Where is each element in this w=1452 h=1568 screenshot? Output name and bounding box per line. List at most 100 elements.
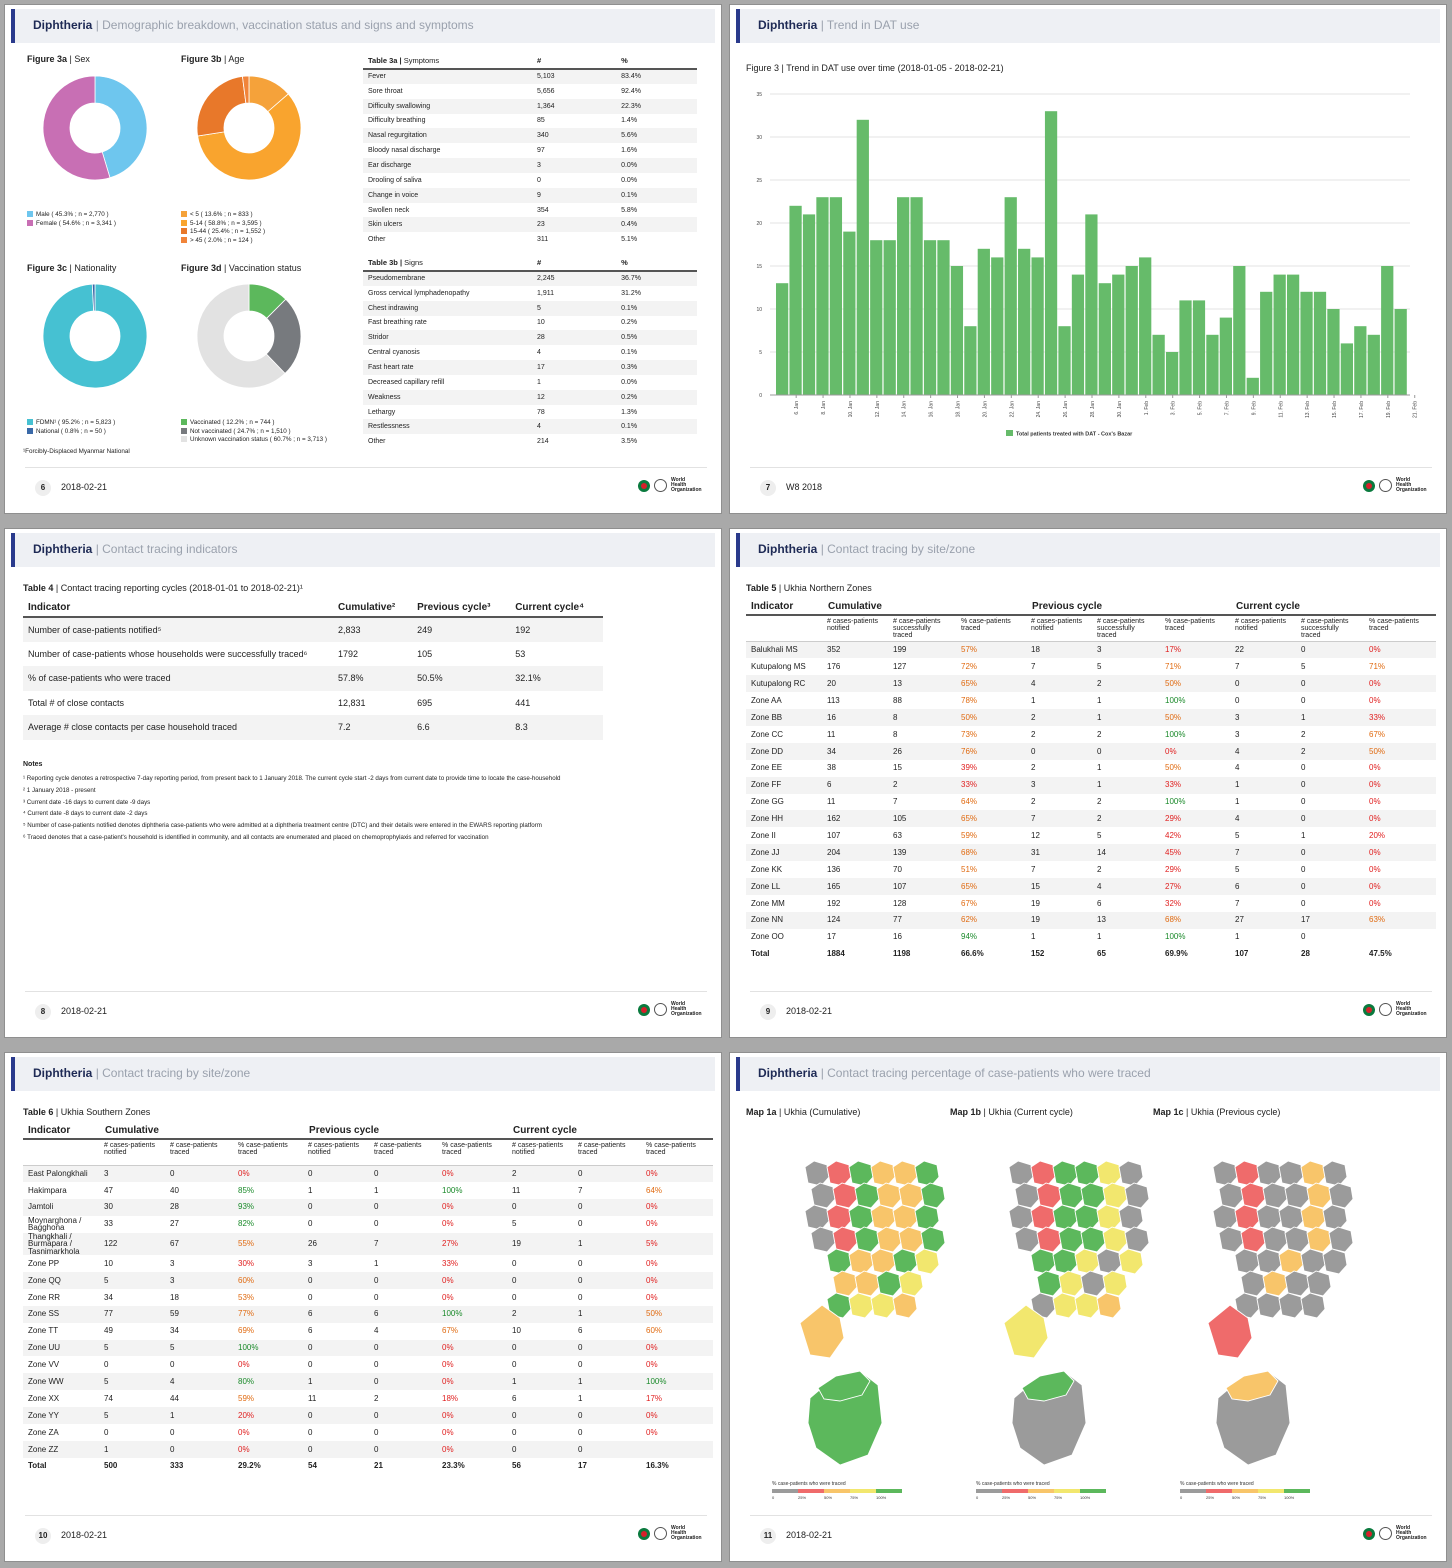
count-cell: 1	[1092, 776, 1161, 794]
map-region	[1322, 1248, 1348, 1275]
y-tick-label: 10	[756, 307, 762, 313]
count-cell: 18	[170, 1292, 179, 1302]
count-cell: 0	[308, 1427, 313, 1437]
sub-header: # cases-patients notified	[1230, 615, 1297, 642]
count-cell: 113	[827, 695, 840, 705]
footer-logos: World Health Organization	[1363, 478, 1427, 493]
percent-cell: 60%	[646, 1326, 663, 1336]
group-header: Cumulative	[99, 1123, 304, 1140]
table-row: Hakimpara 47 40 85% 1 1 100% 11 7 64%	[23, 1182, 713, 1199]
count-cell: 67	[165, 1232, 233, 1256]
map1b-title: Map 1b | Ukhia (Current cycle)	[950, 1107, 1073, 1117]
map-region	[914, 1204, 940, 1231]
count-cell: 176	[827, 662, 841, 672]
percent-cell: 0%	[646, 1427, 658, 1437]
count-cell: 0	[573, 1339, 642, 1357]
count-cell: 1	[1301, 830, 1306, 840]
header-subtitle: Contact tracing by site/zone	[102, 1066, 251, 1080]
slide-footer: 7 W8 2018 World Health Organization	[750, 467, 1432, 505]
legend-swatch	[27, 419, 33, 425]
who-name: World Health Organization	[1396, 1525, 1427, 1541]
age-legend-item: 15-44 ( 25.4% ; n = 1,552 )	[181, 228, 265, 237]
legend-color-band	[876, 1489, 902, 1493]
percent-cell: 67%	[442, 1326, 459, 1336]
legend-color-band	[1232, 1489, 1258, 1493]
count-cell: 7	[1026, 810, 1093, 828]
value-cell: 53	[515, 648, 526, 659]
map-region	[1036, 1182, 1062, 1209]
row-percent: 3.5%	[621, 438, 638, 446]
count-cell: 333	[165, 1457, 233, 1475]
percent-cell: 32%	[1165, 898, 1182, 908]
map-region	[826, 1248, 852, 1275]
legend-swatch	[27, 427, 33, 434]
count-cell: 18	[1026, 641, 1093, 659]
table-row: Zone TT 49 34 69% 6 4 67% 10 6 60%	[23, 1323, 713, 1340]
map-region	[1306, 1182, 1332, 1209]
percent-cell: 65%	[956, 877, 1027, 895]
count-cell: 0	[1301, 932, 1306, 942]
count-cell: 1	[507, 1373, 574, 1391]
bar	[937, 240, 950, 395]
percent-cell: 76%	[956, 742, 1027, 760]
bangladesh-logo	[1363, 1003, 1375, 1016]
slide-demographics: Diphtheria | Demographic breakdown, vacc…	[4, 4, 722, 514]
table-row: Zone ZA 0 0 0% 0 0 0% 0 0 0%	[23, 1424, 713, 1441]
x-tick-label: 11. Feb	[1278, 401, 1284, 418]
count-cell: 107	[1230, 945, 1297, 963]
count-cell: 0	[1296, 844, 1365, 862]
legend-color-band	[1258, 1489, 1284, 1493]
percent-cell: 0%	[646, 1258, 658, 1268]
legend-swatch	[181, 236, 187, 243]
count-cell: 500	[99, 1457, 165, 1475]
x-tick-label: 1. Feb	[1144, 401, 1150, 415]
percent-cell: 33%	[1160, 776, 1231, 794]
map-region	[892, 1248, 918, 1275]
count-cell: 0	[303, 1440, 370, 1458]
map-region	[804, 1160, 830, 1187]
y-tick-label: 15	[756, 264, 762, 270]
map-region	[1074, 1292, 1100, 1319]
percent-cell: 29%	[1165, 864, 1182, 874]
count-cell: 1	[1031, 695, 1036, 705]
count-cell: 0	[303, 1407, 370, 1424]
legend-sex: Male ( 45.3% ; n = 2,770 ) Female ( 54.6%…	[27, 211, 116, 228]
count-cell: 28	[1296, 945, 1365, 963]
table-row: Difficulty breathing 85 1.4%	[363, 114, 697, 129]
age-legend-item: 5-14 ( 58.8% ; n = 3,595 )	[181, 219, 265, 229]
note-item: ¹ Reporting cycle denotes a retrospectiv…	[23, 775, 561, 783]
percent-cell: 0%	[646, 1292, 658, 1302]
legend-label: Total patients treated with DAT - Cox's …	[1016, 432, 1133, 438]
count-cell: 2	[1031, 763, 1036, 773]
table-row: Number of case-patients whose households…	[23, 642, 603, 667]
map-region	[1052, 1248, 1078, 1275]
percent-cell: 16.3%	[641, 1457, 714, 1475]
legend-color-band	[850, 1489, 876, 1493]
value-cell: 57.8%	[333, 666, 413, 691]
count-cell: 28	[165, 1198, 233, 1216]
count-cell: 34	[104, 1292, 113, 1302]
row-percent: 0.1%	[601, 300, 697, 316]
percent-cell: 18%	[442, 1393, 459, 1403]
header-subtitle: Contact tracing by site/zone	[827, 542, 976, 556]
table-row: Drooling of saliva 0 0.0%	[363, 173, 697, 188]
bar	[1313, 291, 1327, 395]
percent-cell: 100%	[1165, 932, 1186, 942]
footer-logos: World Health Organization	[1363, 1002, 1427, 1017]
bar	[1206, 334, 1219, 395]
count-cell: 0	[170, 1360, 175, 1370]
vaccination-legend-item: Not vaccinated ( 24.7% ; n = 1,510 )	[181, 427, 327, 437]
count-cell: 0	[507, 1198, 574, 1216]
row-percent: 0.3%	[601, 360, 697, 375]
row-count: 1,364	[523, 98, 602, 114]
count-cell: 6	[578, 1326, 583, 1336]
row-count: 1,911	[537, 289, 554, 297]
x-tick-label: 17. Feb	[1359, 401, 1365, 418]
count-cell: 5	[1097, 830, 1102, 840]
chart-title: Figure 3 | Trend in DAT use over time (2…	[746, 63, 1004, 73]
percent-cell: 0%	[646, 1360, 658, 1370]
count-cell: 17	[827, 932, 836, 942]
percent-cell: 17%	[646, 1393, 663, 1403]
count-cell: 6	[1097, 898, 1102, 908]
slide-contact-indicators: Diphtheria | Contact tracing indicators …	[4, 528, 722, 1038]
